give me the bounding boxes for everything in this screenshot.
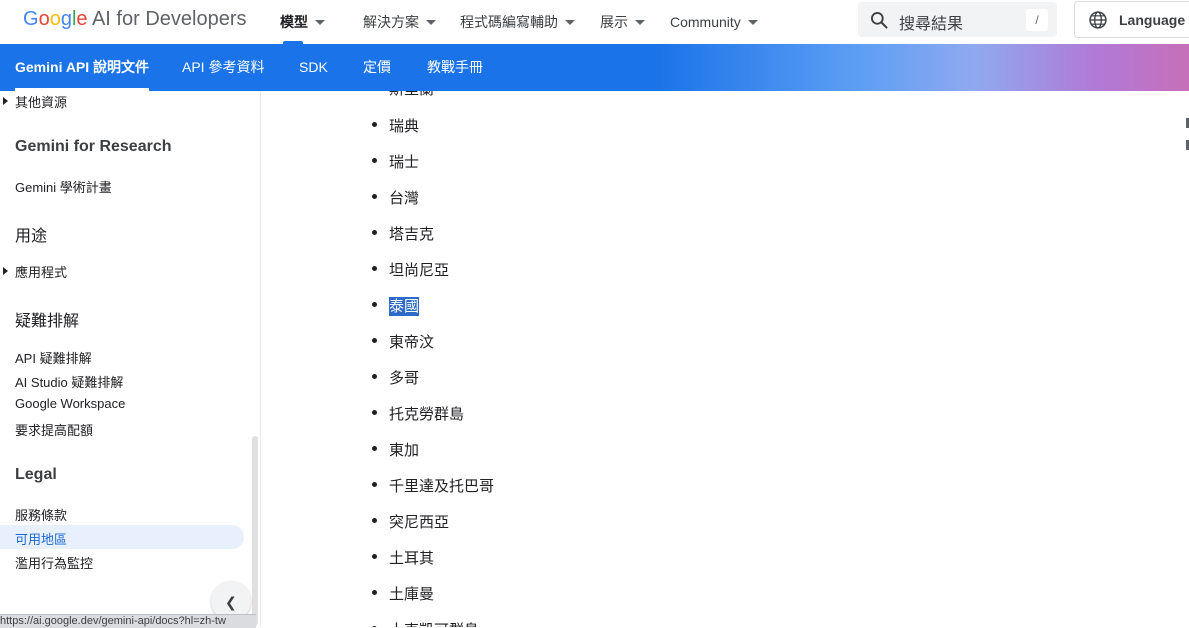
sidebar-item-academic-program[interactable]: Gemini 學術計畫 — [15, 177, 112, 196]
list-item: 東帝汶 — [389, 334, 435, 351]
tab-label: 定價 — [363, 59, 391, 75]
product-tab-bar: Gemini API 說明文件 API 參考資料 SDK 定價 教戰手冊 — [0, 44, 1189, 91]
list-bullet — [372, 194, 377, 199]
list-item: 坦尚尼亞 — [389, 262, 450, 279]
chevron-down-icon — [315, 19, 325, 25]
list-bullet — [372, 302, 377, 307]
nav-code-assist[interactable]: 程式碼編寫輔助 — [460, 0, 575, 44]
sidebar-item-applications[interactable]: 應用程式 — [15, 262, 67, 281]
sidebar-item-api-troubleshooting[interactable]: API 疑難排解 — [15, 348, 92, 367]
search-shortcut-key: / — [1026, 9, 1048, 31]
list-item: 瑞士 — [389, 154, 420, 171]
list-item-partial: 土克凱可群島 — [389, 619, 479, 627]
nav-label: 解決方案 — [363, 14, 419, 30]
nav-label: 模型 — [280, 14, 308, 30]
expand-arrow-icon[interactable] — [3, 267, 8, 275]
sidebar-section-use-cases: 用途 — [15, 228, 48, 245]
expand-arrow-icon[interactable] — [3, 97, 8, 105]
chevron-down-icon — [426, 19, 436, 25]
list-bullet — [372, 518, 377, 523]
tab-label: API 參考資料 — [182, 59, 265, 75]
tab-label: Gemini API 說明文件 — [15, 59, 150, 75]
sidebar-section-legal: Legal — [15, 466, 57, 483]
sidebar-scrollbar[interactable] — [252, 436, 258, 626]
list-item: 土耳其 — [389, 550, 435, 567]
list-item: 東加 — [389, 442, 420, 459]
list-item: 塔吉克 — [389, 226, 435, 243]
sidebar-item-quota-increase[interactable]: 要求提高配額 — [15, 420, 93, 439]
list-item: 多哥 — [389, 370, 420, 387]
tab-cookbook[interactable]: 教戰手冊 — [427, 44, 483, 91]
list-bullet — [372, 338, 377, 343]
list-bullet — [372, 554, 377, 559]
search-input[interactable]: 搜尋結果 / — [858, 2, 1057, 37]
chevron-down-icon — [635, 19, 645, 25]
logo-text: AI for Developers — [91, 8, 247, 30]
sidebar-item-available-regions[interactable]: 可用地區 — [15, 529, 67, 548]
list-item-selected: 泰國 — [389, 295, 420, 316]
list-bullet — [372, 158, 377, 163]
tab-api-reference[interactable]: API 參考資料 — [182, 44, 264, 91]
nav-models[interactable]: 模型 — [280, 0, 325, 44]
nav-label: 程式碼編寫輔助 — [460, 14, 558, 30]
globe-icon — [1089, 11, 1107, 29]
google-ai-logo[interactable]: Google AI for Developers — [23, 8, 246, 31]
list-item: 千里達及托巴哥 — [389, 478, 495, 495]
sidebar: 其他資源 Gemini for Research Gemini 學術計畫 用途 … — [0, 91, 261, 627]
chevron-down-icon — [747, 19, 758, 25]
sidebar-item-terms[interactable]: 服務條款 — [15, 505, 67, 524]
list-item: 台灣 — [389, 190, 420, 207]
logo-google: Google — [23, 8, 88, 30]
sidebar-section-troubleshooting: 疑難排解 — [15, 313, 80, 330]
sidebar-section-research: Gemini for Research — [15, 138, 172, 155]
list-bullet — [372, 446, 377, 451]
chevron-down-icon — [565, 19, 575, 25]
tab-label: 教戰手冊 — [427, 59, 483, 75]
chevron-left-icon: ❮ — [225, 594, 237, 610]
list-bullet — [372, 122, 377, 127]
nav-showcase[interactable]: 展示 — [600, 0, 645, 44]
nav-solutions[interactable]: 解決方案 — [363, 0, 436, 44]
top-header: Google AI for Developers 模型 解決方案 程式碼編寫輔助… — [0, 0, 1189, 44]
list-item: 突尼西亞 — [389, 514, 450, 531]
sidebar-item-google-workspace[interactable]: Google Workspace — [15, 396, 125, 411]
list-bullet — [372, 590, 377, 595]
language-label: Language — [1119, 12, 1186, 28]
sidebar-item-abuse-monitoring[interactable]: 濫用行為監控 — [15, 553, 93, 572]
list-item-partial: 斯里蘭 — [389, 91, 434, 99]
search-placeholder: 搜尋結果 — [899, 16, 964, 33]
list-item: 托克勞群島 — [389, 406, 465, 423]
list-bullet — [372, 374, 377, 379]
text-selection-highlight: 泰國 — [389, 297, 420, 316]
nav-label: 展示 — [600, 14, 628, 30]
list-bullet — [372, 230, 377, 235]
sidebar-item-ai-studio-troubleshooting[interactable]: AI Studio 疑難排解 — [15, 372, 123, 391]
language-button[interactable]: Language — [1074, 1, 1189, 38]
list-bullet — [372, 410, 377, 415]
tab-label: SDK — [299, 59, 328, 75]
list-item: 瑞典 — [389, 118, 420, 135]
main-content: 斯里蘭 瑞典 瑞士 台灣 塔吉克 坦尚尼亞 泰國 東帝汶 多哥 托克勞群島 東加… — [261, 91, 1189, 627]
tab-pricing[interactable]: 定價 — [363, 44, 391, 91]
tab-sdk[interactable]: SDK — [299, 44, 328, 91]
nav-community[interactable]: Community — [670, 0, 758, 44]
list-bullet — [372, 482, 377, 487]
tab-gemini-api-docs[interactable]: Gemini API 說明文件 — [15, 44, 150, 91]
sidebar-item-other-resources[interactable]: 其他資源 — [15, 92, 67, 111]
list-bullet — [372, 266, 377, 271]
nav-label: Community — [670, 14, 741, 30]
list-item: 土庫曼 — [389, 586, 435, 603]
search-icon — [871, 12, 888, 29]
status-url-bar: https://ai.google.dev/gemini-api/docs?hl… — [0, 614, 256, 628]
